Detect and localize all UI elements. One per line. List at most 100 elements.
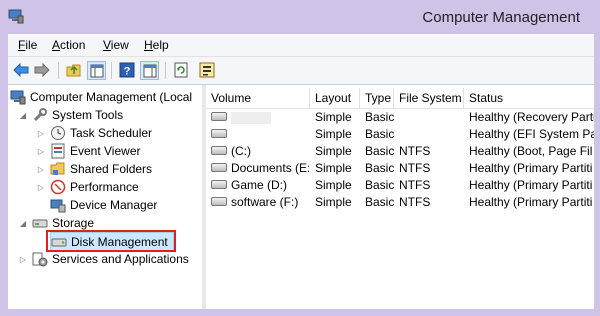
services-icon [32,252,48,267]
volume-cell: (C:) [211,143,309,160]
show-hide-action-pane-icon[interactable] [140,61,159,80]
status-cell: Healthy (Primary Partiti [469,161,593,175]
properties-icon[interactable] [198,61,216,79]
window-title: Computer Management [422,9,580,26]
main-content: Computer Management (Local ◢ System Tool… [8,85,594,309]
table-row[interactable]: Simple Basic Healthy (Recovery Parti [206,109,594,126]
type-cell: Basic [365,161,395,175]
tree-item-root[interactable]: Computer Management (Local [10,88,192,106]
computer-management-icon [10,90,26,105]
performance-icon [50,179,66,195]
volume-icon [211,129,227,139]
type-cell: Basic [365,195,395,209]
volume-icon [211,112,227,122]
tree-item-shared-folders[interactable]: ▷ Shared Folders [36,160,152,178]
toolbar: ? [8,57,594,85]
column-header-layout[interactable]: Layout [310,88,360,108]
volume-icon [211,197,227,207]
chevron-right-icon[interactable]: ▷ [36,147,46,156]
filesystem-cell: NTFS [399,161,431,175]
layout-cell: Simple [315,144,352,158]
tree-label: Device Manager [70,198,158,212]
layout-cell: Simple [315,110,352,124]
status-cell: Healthy (EFI System Pa [469,127,594,141]
volume-icon [211,163,227,173]
layout-cell: Simple [315,195,352,209]
window-frame: Computer Management File Action View Hel… [0,0,600,316]
tree-label: Shared Folders [70,162,153,176]
chevron-down-icon[interactable]: ◢ [18,219,28,228]
layout-cell: Simple [315,161,352,175]
tree-item-event-viewer[interactable]: ▷ Event Viewer [36,142,140,160]
volume-cell [211,126,309,143]
table-row[interactable]: software (F:) Simple Basic NTFS Healthy … [206,194,594,211]
chevron-right-icon[interactable]: ▷ [36,183,46,192]
tree-label: Performance [70,180,139,194]
type-cell: Basic [365,110,395,124]
annotation-highlight-box [46,230,176,252]
column-header-file-system[interactable]: File System [394,88,464,108]
chevron-right-icon[interactable]: ▷ [36,165,46,174]
column-header-volume[interactable]: Volume [206,88,310,108]
forward-arrow-icon[interactable] [33,61,51,79]
clock-icon [51,126,65,140]
tree-label: Storage [52,216,95,230]
tree-label: Computer Management (Local [30,90,193,104]
status-cell: Healthy (Primary Partiti [469,195,593,209]
status-cell: Healthy (Boot, Page Fil [469,144,593,158]
type-cell: Basic [365,178,395,192]
event-viewer-icon [51,143,65,159]
table-row[interactable]: (C:) Simple Basic NTFS Healthy (Boot, Pa… [206,143,594,160]
tree-label: Task Scheduler [70,126,153,140]
show-hide-tree-icon[interactable] [87,61,106,80]
column-header-status[interactable]: Status [464,88,594,108]
volume-cell [211,109,309,126]
table-row[interactable]: Simple Basic Healthy (EFI System Pa [206,126,594,143]
tree-item-services-and-applications[interactable]: ▷ Services and Applications [18,250,189,268]
svg-text:?: ? [124,66,131,78]
menu-action[interactable]: Action [52,38,85,52]
tree-item-performance[interactable]: ▷ Performance [36,178,139,196]
menu-view[interactable]: View [103,38,129,52]
status-cell: Healthy (Primary Partiti [469,178,593,192]
tree-item-device-manager[interactable]: Device Manager [50,196,157,214]
redacted-volume-name [231,111,271,124]
volume-cell: Game (D:) [211,177,309,194]
tree-item-system-tools[interactable]: ◢ System Tools [18,106,123,124]
tree-label: Services and Applications [52,252,189,266]
up-folder-icon[interactable] [65,61,83,79]
menu-file[interactable]: File [18,38,37,52]
refresh-icon[interactable] [172,61,190,79]
device-manager-icon [50,199,66,213]
tree-item-task-scheduler[interactable]: ▷ Task Scheduler [36,124,152,142]
type-cell: Basic [365,144,395,158]
storage-icon [32,219,48,228]
menu-bar: File Action View Help [8,34,594,57]
column-header-type[interactable]: Type [360,88,394,108]
layout-cell: Simple [315,127,352,141]
tree-label: Event Viewer [70,144,141,158]
layout-cell: Simple [315,178,352,192]
console-tree: Computer Management (Local ◢ System Tool… [8,85,206,309]
volume-cell: software (F:) [211,194,309,211]
chevron-right-icon[interactable]: ▷ [18,255,28,264]
chevron-down-icon[interactable]: ◢ [18,111,28,120]
title-bar[interactable]: Computer Management [0,0,600,34]
shared-folder-icon [50,162,65,175]
help-icon[interactable]: ? [118,61,136,79]
type-cell: Basic [365,127,395,141]
back-arrow-icon[interactable] [12,61,30,79]
filesystem-cell: NTFS [399,195,431,209]
chevron-right-icon[interactable]: ▷ [36,129,46,138]
table-row[interactable]: Game (D:) Simple Basic NTFS Healthy (Pri… [206,177,594,194]
volume-list: Volume Layout Type File System Status Si… [206,85,594,309]
filesystem-cell: NTFS [399,144,431,158]
volume-cell: Documents (E:) [211,160,309,177]
computer-management-icon [8,9,24,24]
menu-help[interactable]: Help [144,38,169,52]
filesystem-cell: NTFS [399,178,431,192]
status-cell: Healthy (Recovery Parti [469,110,594,124]
tree-label: System Tools [52,108,124,122]
volume-icon [211,146,227,156]
table-row[interactable]: Documents (E:) Simple Basic NTFS Healthy… [206,160,594,177]
